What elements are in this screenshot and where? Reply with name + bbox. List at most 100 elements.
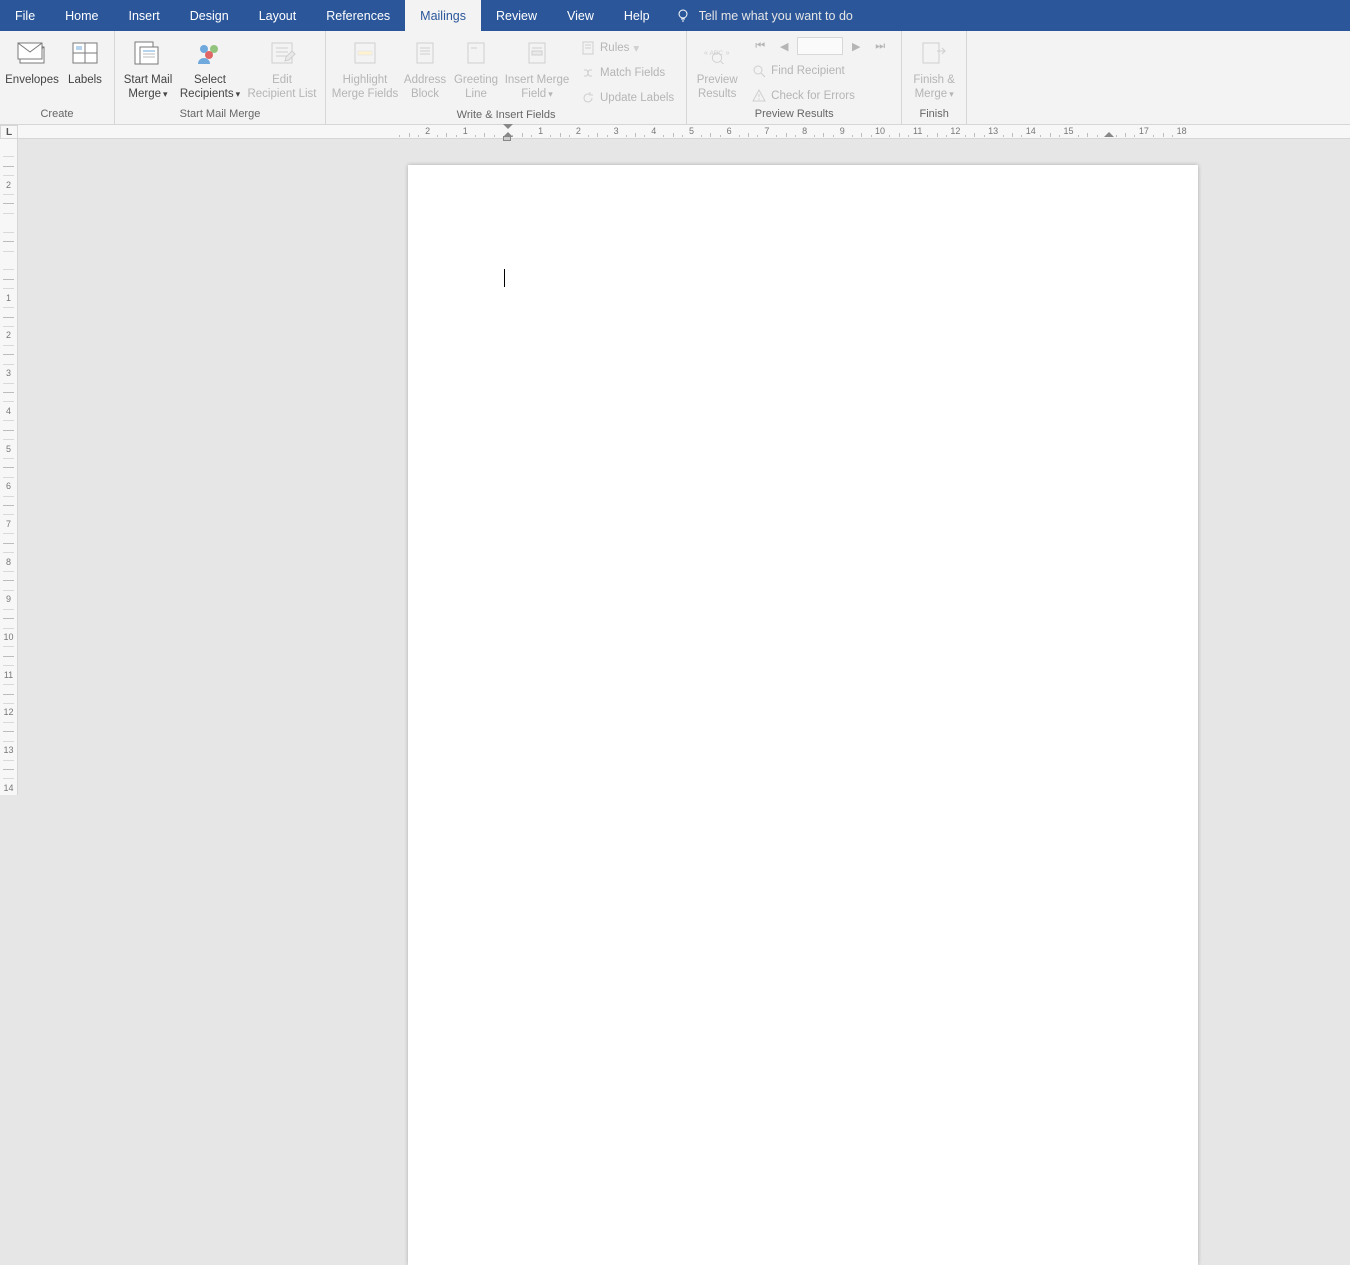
tab-layout[interactable]: Layout (244, 0, 312, 31)
edit-list-icon (266, 37, 298, 69)
preview-label: Preview (697, 73, 738, 87)
labels-button[interactable]: Labels (60, 35, 110, 107)
preview-results-button: «ABC» Preview Results (691, 35, 743, 107)
lightbulb-icon (675, 8, 691, 24)
match-fields-button: Match Fields (576, 62, 678, 84)
edit-recipient-list-button: Edit Recipient List (243, 35, 321, 107)
labels-icon (69, 37, 101, 69)
record-navigator: ⏮ ◀ ▶ ⏭ (747, 35, 893, 57)
insert-field-icon (521, 37, 553, 69)
horizontal-ruler[interactable]: 211234567891011121314151718 (18, 125, 1350, 139)
address-block-button: Address Block (400, 35, 450, 107)
group-preview-results: «ABC» Preview Results ⏮ ◀ ▶ ⏭ Find Recip… (687, 31, 902, 124)
edit-label: Edit (272, 73, 292, 87)
select-recipients-button[interactable]: Select Recipients▾ (177, 35, 243, 107)
line-label: Line (465, 87, 487, 101)
group-finish-label: Finish (902, 108, 966, 124)
rules-icon (580, 40, 596, 56)
insert-merge-label: Insert Merge (505, 73, 570, 87)
next-record-button: ▶ (845, 37, 867, 55)
start-mail-merge-button[interactable]: Start Mail Merge▾ (119, 35, 177, 107)
tab-file[interactable]: File (0, 0, 50, 31)
rules-label: Rules (600, 42, 629, 54)
recipient-list-label: Recipient List (247, 87, 316, 101)
highlight-label: Highlight (343, 73, 388, 87)
vertical-ruler[interactable]: 21234567891011121314 (0, 139, 18, 795)
mail-merge-icon (132, 37, 164, 69)
update-labels-button: Update Labels (576, 87, 678, 109)
finish-icon (918, 37, 950, 69)
envelopes-label: Envelopes (5, 73, 59, 87)
tab-home[interactable]: Home (50, 0, 113, 31)
start-mail-label: Start Mail (124, 73, 173, 87)
finish-and-label: Finish & (913, 73, 955, 87)
field-label: Field (521, 88, 546, 100)
merge-label: Merge (128, 88, 161, 100)
address-icon (409, 37, 441, 69)
group-preview-label: Preview Results (687, 108, 901, 124)
prev-record-button: ◀ (773, 37, 795, 55)
rules-button: Rules ▾ (576, 37, 678, 59)
preview-icon: «ABC» (701, 37, 733, 69)
svg-text:»: » (726, 48, 730, 57)
labels-label: Labels (68, 73, 102, 87)
greeting-icon (460, 37, 492, 69)
address-label: Address (404, 73, 446, 87)
text-cursor (504, 269, 505, 287)
tab-design[interactable]: Design (175, 0, 244, 31)
insert-merge-field-button: Insert Merge Field▾ (502, 35, 572, 107)
tab-mailings[interactable]: Mailings (405, 0, 481, 31)
merge-fields-label: Merge Fields (332, 87, 398, 101)
find-recipient-button: Find Recipient (747, 60, 893, 82)
block-label: Block (411, 87, 439, 101)
group-start-merge-label: Start Mail Merge (115, 108, 325, 124)
highlight-icon (349, 37, 381, 69)
chevron-down-icon: ▾ (236, 87, 241, 101)
last-record-button: ⏭ (869, 37, 891, 55)
match-icon (580, 65, 596, 81)
finish-merge-button: Finish & Merge▾ (906, 35, 962, 107)
record-number-field (797, 37, 843, 55)
envelope-icon (16, 37, 48, 69)
check-icon (751, 88, 767, 104)
update-icon (580, 90, 596, 106)
chevron-down-icon: ▾ (548, 87, 553, 101)
highlight-merge-fields-button: Highlight Merge Fields (330, 35, 400, 107)
tab-help[interactable]: Help (609, 0, 665, 31)
chevron-down-icon: ▾ (949, 87, 954, 101)
greeting-line-button: Greeting Line (450, 35, 502, 107)
hanging-indent-marker[interactable] (503, 132, 513, 141)
ribbon-tabs: File Home Insert Design Layout Reference… (0, 0, 1350, 31)
document-page[interactable] (408, 165, 1198, 1265)
group-write-insert-label: Write & Insert Fields (326, 109, 686, 124)
tab-view[interactable]: View (552, 0, 609, 31)
group-finish: Finish & Merge▾ Finish (902, 31, 967, 124)
find-icon (751, 63, 767, 79)
document-workspace: L 211234567891011121314151718 2123456789… (0, 125, 1350, 795)
ribbon: Envelopes Labels Create Start Mail Merge… (0, 31, 1350, 125)
update-labels-label: Update Labels (600, 92, 674, 104)
chevron-down-icon: ▾ (633, 41, 639, 55)
first-record-button: ⏮ (749, 37, 771, 55)
tellme-search[interactable] (675, 0, 949, 31)
envelopes-button[interactable]: Envelopes (4, 35, 60, 107)
svg-text:«: « (704, 48, 708, 57)
group-create-label: Create (0, 108, 114, 124)
chevron-down-icon: ▾ (163, 87, 168, 101)
greeting-label: Greeting (454, 73, 498, 87)
match-fields-label: Match Fields (600, 67, 665, 79)
right-indent-marker[interactable] (1104, 132, 1114, 137)
tellme-input[interactable] (699, 9, 949, 23)
tab-stop-selector[interactable]: L (0, 125, 18, 139)
tab-insert[interactable]: Insert (114, 0, 175, 31)
recipients-label: Recipients (180, 88, 234, 100)
group-start-mail-merge: Start Mail Merge▾ Select Recipients▾ Edi… (115, 31, 326, 124)
recipients-icon (194, 37, 226, 69)
check-errors-label: Check for Errors (771, 90, 855, 102)
tab-review[interactable]: Review (481, 0, 552, 31)
group-create: Envelopes Labels Create (0, 31, 115, 124)
tab-references[interactable]: References (311, 0, 405, 31)
group-write-insert-fields: Highlight Merge Fields Address Block Gre… (326, 31, 687, 124)
select-label: Select (194, 73, 226, 87)
first-line-indent-marker[interactable] (503, 124, 513, 129)
